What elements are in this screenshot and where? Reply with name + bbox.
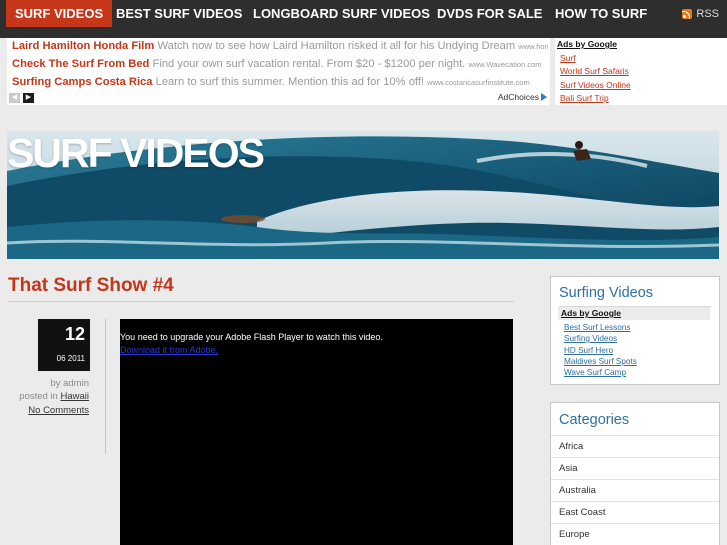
ad-title[interactable]: Laird Hamilton Honda Film <box>12 40 154 52</box>
rss-link[interactable]: RSS <box>682 8 719 20</box>
top-navigation: SURF VIDEOS BEST SURF VIDEOS LONGBOARD S… <box>0 0 727 38</box>
post-day: 12 <box>64 324 85 344</box>
category-item[interactable]: Africa <box>551 435 719 457</box>
nav-item-surf-videos[interactable]: SURF VIDEOS <box>6 0 113 27</box>
ad-links-panel: Ads by Google Surf World Surf Safaris Su… <box>555 38 727 105</box>
post-author: by admin <box>50 378 89 389</box>
sidebar-ad-link[interactable]: HD Surf Hero <box>564 346 613 355</box>
ad-text: Learn to surf this summer. Mention this … <box>155 76 425 88</box>
ads-by-google-heading[interactable]: Ads by Google <box>557 39 617 49</box>
ad-url: www.costaricasurfinstitute.com <box>427 78 530 87</box>
ad-banner: Laird Hamilton Honda Film Watch now to s… <box>7 38 550 105</box>
sidebar-title: Categories <box>559 412 630 428</box>
ad-link[interactable]: World Surf Safaris <box>560 66 629 76</box>
ad-text: Find your own surf vacation rental. From… <box>152 58 466 70</box>
arrow-right-icon[interactable]: ▶ <box>23 93 34 103</box>
divider <box>105 319 106 454</box>
sidebar-categories: Categories Africa Asia Australia East Co… <box>550 402 720 545</box>
post-comments-line: No Comments <box>28 405 89 416</box>
sidebar-title: Surfing Videos <box>559 285 654 301</box>
category-item[interactable]: East Coast <box>551 501 719 523</box>
ad-text: Watch now to see how Laird Hamilton risk… <box>157 40 516 52</box>
flash-upgrade-message: You need to upgrade your Adobe Flash Pla… <box>120 332 383 342</box>
sidebar-ad-link[interactable]: Best Surf Lessons <box>564 323 630 332</box>
site-title[interactable]: SURF VIDEOS <box>7 131 265 177</box>
adchoices-icon <box>541 93 547 101</box>
post-date-badge: 12 06 2011 <box>38 319 90 371</box>
nav-item-dvds-for-sale[interactable]: DVDS FOR SALE <box>428 0 551 27</box>
ad-line[interactable]: Check The Surf From Bed Find your own su… <box>12 56 548 72</box>
ads-by-google-heading[interactable]: Ads by Google <box>558 307 710 320</box>
category-item[interactable]: Europe <box>551 523 719 545</box>
rss-icon <box>682 9 693 19</box>
ad-title[interactable]: Surfing Camps Costa Rica <box>12 76 153 88</box>
adchoices-label: AdChoices <box>497 92 539 102</box>
ad-url: www.Wavecation.com <box>468 60 542 69</box>
adchoices-link[interactable]: AdChoices <box>498 92 547 102</box>
ad-link[interactable]: Surf Videos Online <box>560 80 631 90</box>
header-banner: SURF VIDEOS <box>7 131 719 259</box>
post-month-year: 06 2011 <box>56 354 85 363</box>
ad-line[interactable]: Surfing Camps Costa Rica Learn to surf t… <box>12 74 548 90</box>
ad-url: www.honda.c... <box>518 42 548 51</box>
post-comments-link[interactable]: No Comments <box>28 405 89 416</box>
sidebar-ad-link[interactable]: Surfing Videos <box>564 334 617 343</box>
post-category-line: posted in Hawaii <box>19 391 89 402</box>
divider <box>8 301 514 302</box>
arrow-left-icon[interactable]: ◀ <box>9 93 20 103</box>
ad-link[interactable]: Surf <box>560 53 576 63</box>
ad-title[interactable]: Check The Surf From Bed <box>12 58 149 70</box>
post-title[interactable]: That Surf Show #4 <box>8 275 174 297</box>
ad-link[interactable]: Bali Surf Trip <box>560 93 609 103</box>
video-player[interactable]: You need to upgrade your Adobe Flash Pla… <box>120 319 513 545</box>
nav-item-best-surf-videos[interactable]: BEST SURF VIDEOS <box>107 0 251 27</box>
sidebar-surfing-videos: Surfing Videos Ads by Google Best Surf L… <box>550 276 720 385</box>
adobe-download-link[interactable]: Download it from Adobe. <box>120 345 218 355</box>
nav-item-how-to-surf[interactable]: HOW TO SURF <box>546 0 656 27</box>
post-category-link[interactable]: Hawaii <box>60 391 89 402</box>
nav-item-longboard-surf-videos[interactable]: LONGBOARD SURF VIDEOS <box>244 0 439 27</box>
sidebar-ad-link[interactable]: Wave Surf Camp <box>564 368 626 377</box>
category-item[interactable]: Asia <box>551 457 719 479</box>
category-item[interactable]: Australia <box>551 479 719 501</box>
sidebar-ad-link[interactable]: Maldives Surf Spots <box>564 357 637 366</box>
posted-in-label: posted in <box>19 391 58 402</box>
ad-line[interactable]: Laird Hamilton Honda Film Watch now to s… <box>12 38 548 54</box>
rss-label: RSS <box>696 8 719 20</box>
